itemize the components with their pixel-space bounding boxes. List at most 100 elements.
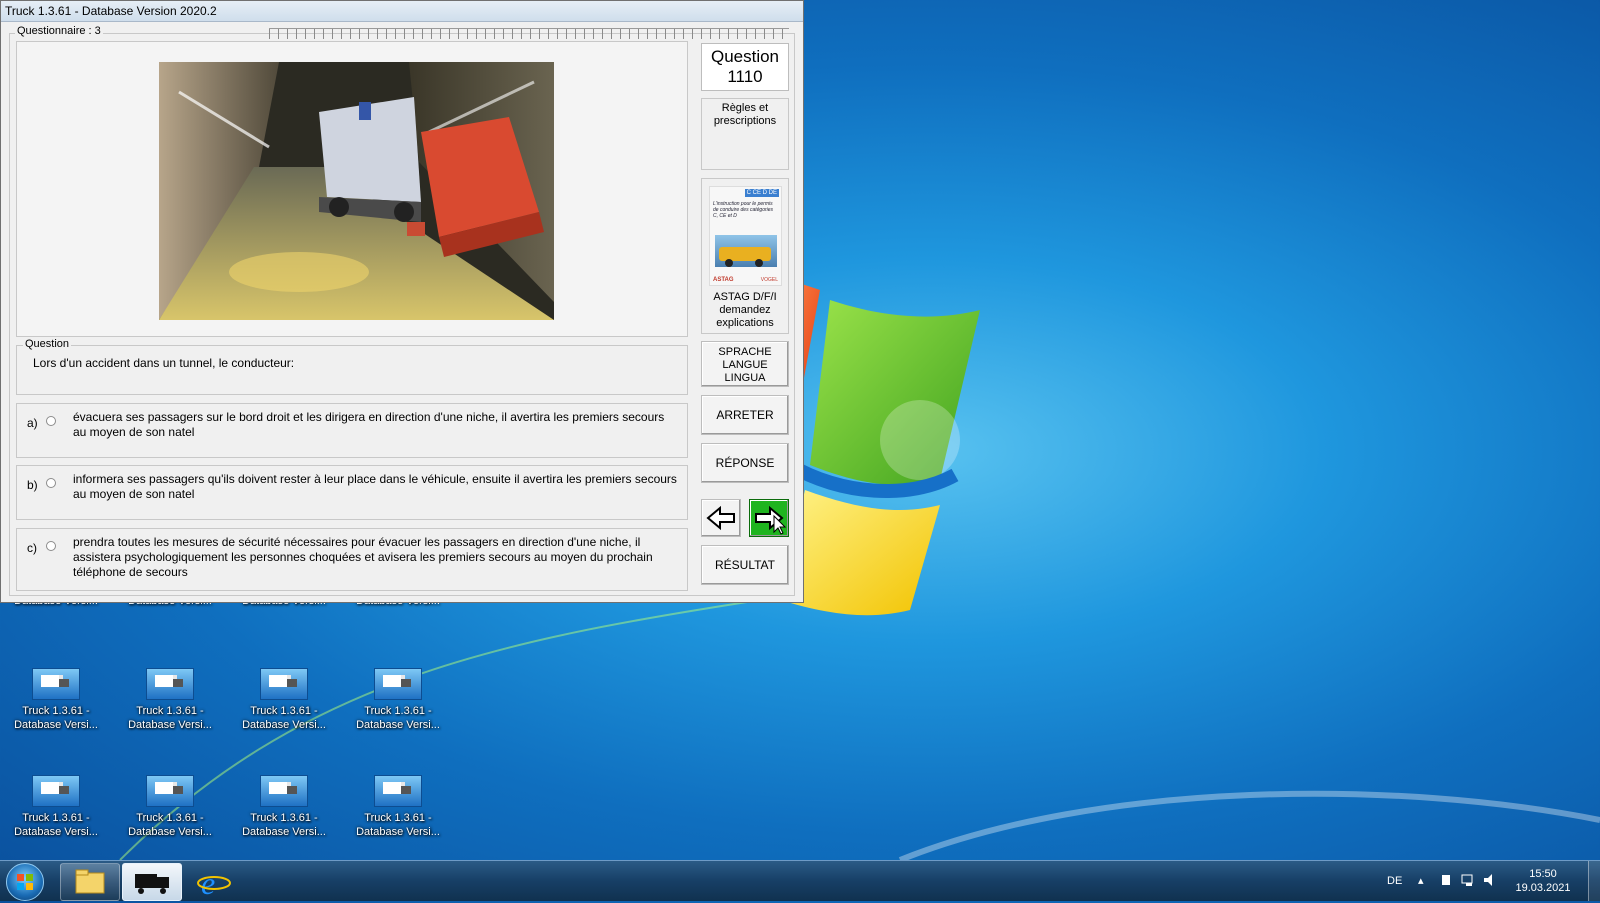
- desktop-icon-truck[interactable]: Truck 1.3.61 - Database Versi...: [350, 668, 446, 732]
- question-image-panel: [16, 41, 688, 337]
- result-button-label: RÉSULTAT: [714, 558, 775, 572]
- desktop-icon-label: Truck 1.3.61 -: [364, 705, 432, 717]
- desktop-icon-label: Database Versi...: [128, 826, 212, 838]
- answer-button[interactable]: RÉPONSE: [701, 443, 789, 483]
- desktop-icon-truck[interactable]: Truck 1.3.61 - Database Versi...: [236, 775, 332, 839]
- astag-logo-text: ASTAG: [713, 277, 734, 283]
- start-button[interactable]: [6, 863, 44, 901]
- question-legend: Question: [23, 338, 72, 350]
- astag-book-cover: C CE D DE L'instruction pour le permis d…: [709, 186, 782, 286]
- desktop-icon-label: Truck 1.3.61 -: [22, 705, 90, 717]
- book-cover-text: L'instruction pour le permis de conduire…: [713, 201, 774, 219]
- desktop-icon-truck[interactable]: Truck 1.3.61 - Database Versi...: [122, 668, 218, 732]
- desktop-icon-label: Truck 1.3.61 -: [364, 812, 432, 824]
- language-indicator[interactable]: DE: [1387, 861, 1402, 901]
- usb-device-icon: [1442, 875, 1450, 885]
- answer-option-c[interactable]: c) prendra toutes les mesures de sécurit…: [16, 528, 688, 591]
- question-number: 1110: [727, 67, 763, 86]
- stop-button-label: ARRETER: [716, 408, 774, 422]
- desktop-icon-label: Database Versi...: [14, 826, 98, 838]
- answer-b-radio[interactable]: [46, 478, 56, 488]
- tunnel-accident-photo: [159, 62, 554, 320]
- tray-device-icon[interactable]: [1438, 872, 1454, 890]
- answer-c-radio[interactable]: [46, 541, 56, 551]
- desktop-icon-truck[interactable]: Truck 1.3.61 - Database Versi...: [350, 775, 446, 839]
- internet-explorer-icon: e: [197, 865, 231, 901]
- desktop-icon-label: Database Versi...: [128, 719, 212, 731]
- question-category-text: Règles et prescriptions: [713, 102, 777, 127]
- language-label: LINGUA: [724, 372, 766, 384]
- network-icon: [1461, 874, 1473, 886]
- answer-option-a[interactable]: a) évacuera ses passagers sur le bord dr…: [16, 403, 688, 458]
- desktop-icon-label: Truck 1.3.61 -: [22, 812, 90, 824]
- desktop-icon-label: Database Versi...: [356, 719, 440, 731]
- truck-app-icon: [260, 668, 308, 700]
- arrow-left-icon: [706, 505, 735, 531]
- app-body: Questionnaire : 3 Question Lors d'un acc…: [5, 23, 799, 598]
- previous-question-button[interactable]: [701, 499, 741, 537]
- chevron-up-icon: ▴: [1418, 875, 1424, 887]
- truck-app-window: Truck 1.3.61 - Database Version 2020.2 Q…: [0, 0, 804, 603]
- windows-logo-wallpaper: [780, 280, 980, 616]
- network-icon-button[interactable]: [1460, 872, 1476, 890]
- vogel-logo-text: VOGEL: [760, 277, 778, 283]
- speaker-icon: [1484, 874, 1492, 886]
- astag-book-button[interactable]: C CE D DE L'instruction pour le permis d…: [701, 178, 789, 334]
- desktop-icon-truck[interactable]: Truck 1.3.61 - Database Versi...: [8, 668, 104, 732]
- language-button[interactable]: SPRACHE LANGUE LINGUA: [701, 341, 789, 387]
- window-titlebar[interactable]: Truck 1.3.61 - Database Version 2020.2: [1, 1, 803, 22]
- desktop-icon-truck[interactable]: Truck 1.3.61 - Database Versi...: [236, 668, 332, 732]
- taskbar-ie-button[interactable]: e: [184, 863, 244, 901]
- taskbar: e DE ▴ 15:50 19.03.2021: [0, 860, 1600, 901]
- desktop-icon-label: Truck 1.3.61 -: [136, 812, 204, 824]
- stop-button[interactable]: ARRETER: [701, 395, 789, 435]
- clock[interactable]: 15:50 19.03.2021: [1508, 867, 1578, 901]
- truck-app-icon: [374, 668, 422, 700]
- taskbar-explorer-button[interactable]: [60, 863, 120, 901]
- answer-text: évacuera ses passagers sur le bord droit…: [73, 410, 665, 439]
- desktop-icon-label: Database Versi...: [242, 826, 326, 838]
- book-caption-line: explications: [716, 317, 774, 329]
- question-box: Question Lors d'un accident dans un tunn…: [16, 338, 688, 395]
- question-number-label: Question: [710, 47, 780, 66]
- language-label: LANGUE: [722, 359, 768, 371]
- show-hidden-icons[interactable]: ▴: [1418, 861, 1424, 901]
- taskbar-truck-app-button[interactable]: [122, 863, 182, 901]
- desktop-icon-label: Database Versi...: [14, 719, 98, 731]
- language-code: DE: [1387, 875, 1403, 887]
- question-number-box: Question 1110: [701, 43, 789, 91]
- question-text: Lors d'un accident dans un tunnel, le co…: [33, 356, 295, 370]
- folder-icon: [75, 869, 105, 894]
- volume-icon-button[interactable]: [1482, 872, 1498, 890]
- book-caption-line: demandez: [719, 304, 771, 316]
- question-category: Règles et prescriptions: [701, 98, 789, 170]
- desktop-icon-label: Database Versi...: [242, 719, 326, 731]
- truck-app-icon: [146, 668, 194, 700]
- answer-letter: b): [27, 478, 38, 492]
- answer-text: prendra toutes les mesures de sécurité n…: [73, 535, 653, 579]
- svg-text:e: e: [201, 865, 215, 900]
- answer-letter: c): [27, 541, 37, 555]
- clock-date: 19.03.2021: [1515, 882, 1571, 894]
- desktop-icon-label: Truck 1.3.61 -: [136, 705, 204, 717]
- book-category-badge: C CE D DE: [744, 189, 779, 197]
- truck-app-icon: [146, 775, 194, 807]
- questionnaire-label: Questionnaire : 3: [15, 25, 103, 37]
- arrow-right-icon: [755, 505, 787, 535]
- show-desktop-button[interactable]: [1588, 861, 1600, 901]
- windows-flag-icon: [17, 874, 33, 890]
- clock-time: 15:50: [1529, 868, 1557, 880]
- answer-text: informera ses passagers qu'ils doivent r…: [73, 472, 677, 501]
- desktop-icon-truck[interactable]: Truck 1.3.61 - Database Versi...: [122, 775, 218, 839]
- book-caption-line: ASTAG D/F/I: [713, 291, 777, 303]
- desktop-icon-label: Truck 1.3.61 -: [250, 812, 318, 824]
- answer-option-b[interactable]: b) informera ses passagers qu'ils doiven…: [16, 465, 688, 520]
- next-question-button[interactable]: [749, 499, 789, 537]
- answer-letter: a): [27, 416, 38, 430]
- truck-app-icon: [374, 775, 422, 807]
- book-caption: ASTAG D/F/I demandez explications: [702, 291, 788, 330]
- desktop-icon-truck[interactable]: Truck 1.3.61 - Database Versi...: [8, 775, 104, 839]
- result-button[interactable]: RÉSULTAT: [701, 545, 789, 585]
- desktop-icon-label: Truck 1.3.61 -: [250, 705, 318, 717]
- answer-a-radio[interactable]: [46, 416, 56, 426]
